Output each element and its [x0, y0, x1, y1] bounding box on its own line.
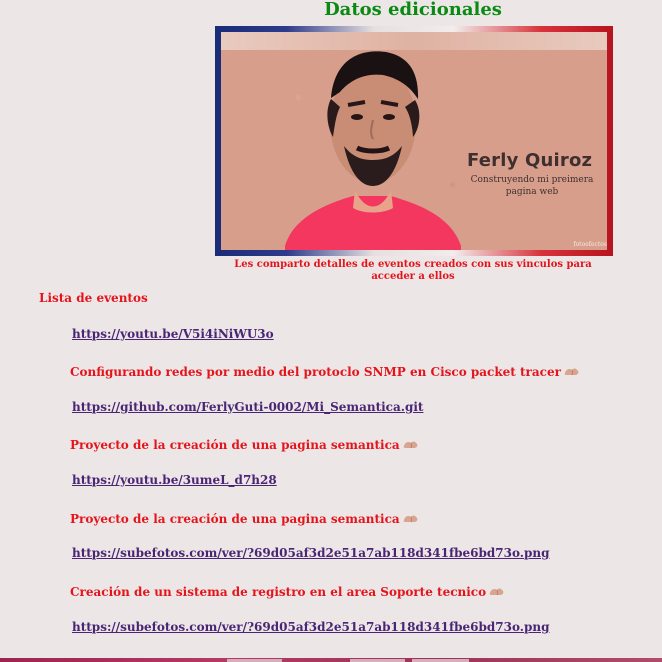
profile-name: Ferly Quiroz — [467, 150, 593, 171]
flexed-biceps-icon — [403, 513, 419, 529]
events-heading: Lista de eventos — [39, 291, 148, 305]
profile-caption: Les comparto detalles de eventos creados… — [234, 259, 592, 282]
watermark-text: fotoefectos — [573, 241, 607, 248]
event-link-subefotos-2[interactable]: https://subefotos.com/ver/?69d05af3d2e51… — [72, 619, 549, 635]
event-link-subefotos-1[interactable]: https://subefotos.com/ver/?69d05af3d2e51… — [72, 545, 549, 561]
event-title-snmp: Configurando redes por medio del protocl… — [70, 364, 580, 382]
event-link-youtube-1[interactable]: https://youtu.be/V5i4iNiWU3o — [72, 326, 274, 342]
event-title-text: Proyecto de la creación de una pagina se… — [70, 438, 400, 452]
event-title-text: Configurando redes por medio del protocl… — [70, 365, 561, 379]
profile-photo: Ferly Quiroz Construyendo mi preimera pa… — [221, 32, 607, 250]
flexed-biceps-icon — [403, 439, 419, 455]
event-title-semantica-1: Proyecto de la creación de una pagina se… — [70, 437, 419, 455]
bottom-decorative-strip — [0, 658, 662, 662]
event-title-text: Creación de un sistema de registro en el… — [70, 585, 487, 599]
person-portrait — [285, 51, 461, 250]
event-link-youtube-2[interactable]: https://youtu.be/3umeL_d7h28 — [72, 472, 277, 488]
flexed-biceps-icon — [489, 586, 505, 602]
page-title: Datos edicionales — [324, 0, 502, 20]
event-title-text: Proyecto de la creación de una pagina se… — [70, 512, 400, 526]
event-title-semantica-2: Proyecto de la creación de una pagina se… — [70, 511, 419, 529]
profile-banner: Ferly Quiroz Construyendo mi preimera pa… — [215, 26, 613, 256]
profile-subtitle: Construyendo mi preimera pagina web — [470, 175, 594, 197]
flexed-biceps-icon — [564, 366, 580, 382]
event-link-github[interactable]: https://github.com/FerlyGuti-0002/Mi_Sem… — [72, 399, 423, 415]
event-title-registro: Creación de un sistema de registro en el… — [70, 584, 505, 602]
